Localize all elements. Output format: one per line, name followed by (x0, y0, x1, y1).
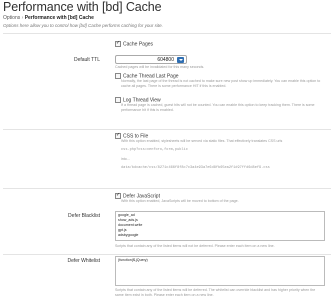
chevron-down-icon[interactable] (177, 57, 184, 63)
log-thread-view-checkbox[interactable] (115, 96, 121, 103)
divider (3, 254, 331, 255)
breadcrumb-separator: › (21, 15, 24, 21)
css-to-file-hint-line: With this option enabled, stylesheets wi… (121, 139, 283, 143)
defer-blacklist-hint: Scripts that contain any of the listed i… (115, 244, 275, 248)
defer-whitelist-hint: Scripts that contain any of the listed i… (115, 288, 316, 297)
defer-whitelist-textarea[interactable] (115, 256, 325, 286)
defer-blacklist-textarea[interactable] (115, 211, 325, 241)
defer-javascript-hint: With this option enabled, JavaScripts wi… (121, 199, 239, 203)
defer-blacklist-label: Defer Blacklist (68, 213, 100, 219)
defer-javascript-checkbox[interactable] (115, 192, 121, 199)
default-ttl-select[interactable]: 604800 (115, 55, 187, 64)
log-thread-view-hint: If a thread page is cached, guest hits w… (121, 103, 315, 112)
default-ttl-hint: Cached pages will be invalidated for thi… (115, 65, 205, 69)
page-description: Options here allow you to control how [b… (3, 23, 163, 28)
css-to-file-checkbox[interactable] (115, 132, 121, 139)
default-ttl-value: 604800 (157, 57, 174, 63)
breadcrumb: Options › Performance with [bd] Cache (3, 15, 94, 21)
css-to-file-hint-line: css.php?css=xenforo,form,public (121, 148, 188, 152)
css-to-file-hint-line: into... (121, 157, 130, 161)
divider (3, 33, 331, 34)
divider (3, 188, 331, 189)
cache-thread-last-page-checkbox[interactable] (115, 72, 121, 79)
breadcrumb-current[interactable]: Performance with [bd] Cache (25, 15, 94, 21)
cache-pages-checkbox[interactable] (115, 40, 121, 47)
divider (3, 129, 331, 130)
css-to-file-hint-line: data/bdcache/css/8271c466f8f8c7c3a4e93a7… (121, 166, 270, 170)
cache-pages-option[interactable]: Cache Pages (115, 40, 154, 48)
cache-pages-label: Cache Pages (123, 41, 154, 48)
page-title: Performance with [bd] Cache (3, 0, 162, 14)
default-ttl-label: Default TTL (73, 57, 100, 63)
defer-whitelist-label: Defer Whitelist (67, 258, 100, 264)
breadcrumb-parent-link[interactable]: Options (3, 15, 20, 21)
cache-thread-last-page-hint: Normally, the last page of the thread is… (121, 79, 321, 88)
